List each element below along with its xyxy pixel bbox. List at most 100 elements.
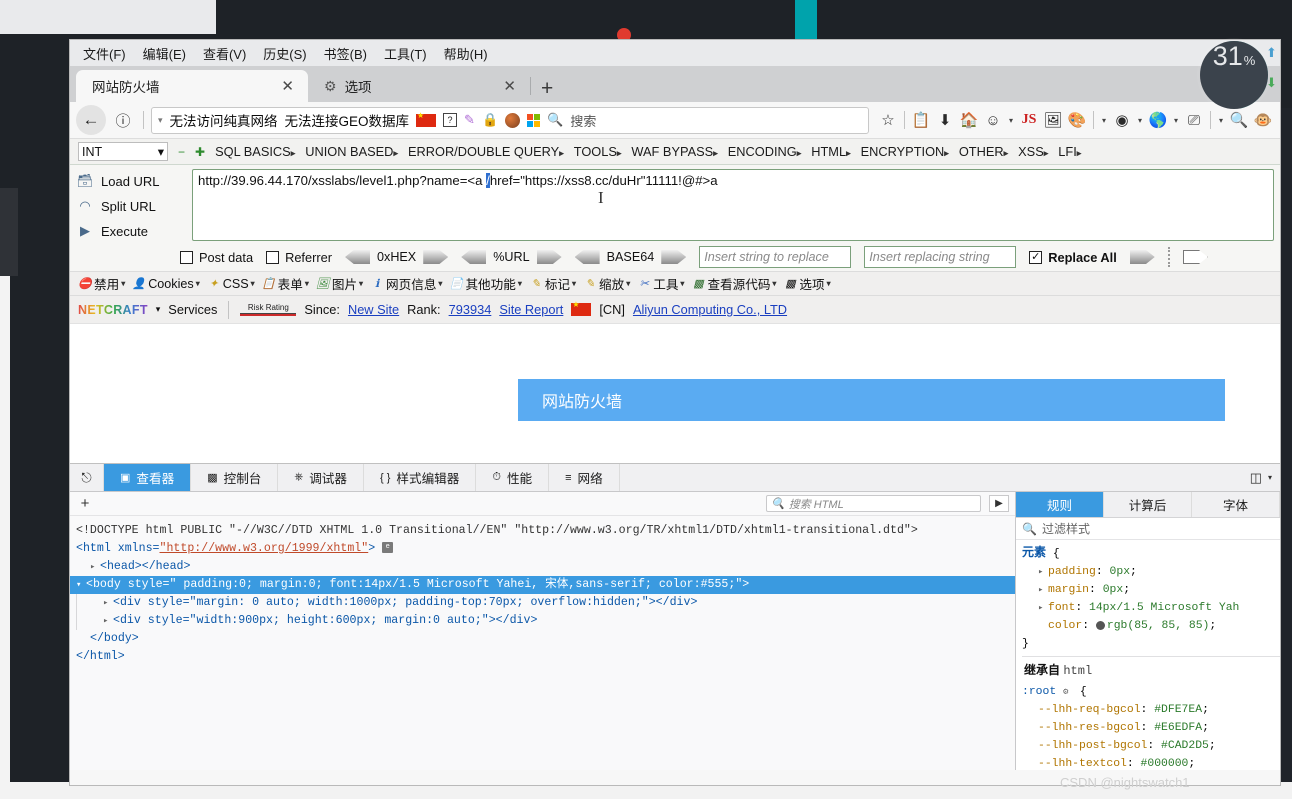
js-icon[interactable]: JS bbox=[1018, 112, 1040, 128]
account-icon[interactable]: ☺ bbox=[982, 112, 1004, 129]
rule-prop-padding[interactable]: ▸ padding: 0px; bbox=[1022, 563, 1280, 581]
tab-options[interactable]: ⚙ 选项 ✕ bbox=[308, 70, 530, 102]
tab-console[interactable]: ▩ 控制台 bbox=[191, 464, 279, 491]
markup-search-input[interactable]: 🔍 搜索 HTML bbox=[766, 495, 981, 512]
wd-view-source[interactable]: ▩ 查看源代码 ▾ bbox=[689, 274, 778, 293]
tab-performance[interactable]: ⏱ 性能 bbox=[476, 464, 550, 491]
address-bar[interactable]: ▾ 无法访问纯真网络 无法连接GEO数据库 ? ✎ 🔒 🔍 搜索 bbox=[151, 106, 869, 134]
execute-button[interactable]: ▶ Execute bbox=[76, 222, 186, 240]
hackbar-menu-encryption[interactable]: ENCRYPTION▸ bbox=[861, 144, 949, 159]
replace-all-checkbox[interactable]: ✓ Replace All bbox=[1029, 250, 1117, 265]
wd-options[interactable]: ▩ 选项 ▾ bbox=[781, 274, 832, 293]
rule-prop-font[interactable]: ▸ font: 14px/1.5 Microsoft Yah bbox=[1022, 599, 1280, 617]
replace-apply-arrow-icon[interactable] bbox=[1129, 250, 1155, 264]
hackbar-icon[interactable]: ◉ bbox=[1111, 111, 1133, 129]
close-icon[interactable]: ✕ bbox=[277, 79, 298, 94]
library-icon[interactable]: 📋 bbox=[910, 111, 932, 129]
tab-rules[interactable]: 规则 bbox=[1016, 492, 1104, 517]
add-node-button[interactable]: + bbox=[76, 495, 94, 512]
decode-arrow-icon[interactable] bbox=[345, 250, 371, 264]
zoom-icon[interactable]: 🔍 bbox=[1228, 111, 1250, 129]
decode-arrow-icon[interactable] bbox=[461, 250, 487, 264]
wd-cookies[interactable]: 👤 Cookies ▾ bbox=[130, 277, 202, 291]
menu-bookmarks[interactable]: 书签(B) bbox=[317, 41, 374, 66]
chevron-down-icon[interactable]: ▾ bbox=[1171, 116, 1181, 125]
chevron-down-icon[interactable]: ▾ bbox=[1006, 116, 1016, 125]
split-url-button[interactable]: ◠ Split URL bbox=[76, 197, 186, 215]
hackbar-menu-lfi[interactable]: LFI▸ bbox=[1058, 144, 1081, 159]
markup-line-body-selected[interactable]: ▾ <body style=" padding:0; margin:0; font… bbox=[70, 575, 1015, 594]
decode-arrow-icon[interactable] bbox=[574, 250, 600, 264]
menu-history[interactable]: 历史(S) bbox=[256, 41, 313, 66]
panel-layout-icon[interactable]: ◫ bbox=[1250, 470, 1262, 486]
wd-css[interactable]: ✦ CSS ▾ bbox=[205, 277, 257, 291]
tab-network[interactable]: ≡ 网络 bbox=[549, 464, 620, 491]
new-tab-button[interactable]: + bbox=[531, 78, 563, 102]
hackbar-menu-encoding[interactable]: ENCODING▸ bbox=[728, 144, 802, 159]
hackbar-menu-xss[interactable]: XSS▸ bbox=[1018, 144, 1048, 159]
rule-prop-color[interactable]: color: rgb(85, 85, 85); bbox=[1022, 617, 1280, 635]
chevron-down-icon[interactable]: ▾ bbox=[1268, 473, 1272, 482]
chevron-down-icon[interactable]: ▾ bbox=[1216, 116, 1226, 125]
markup-line-div1[interactable]: ▸ <div style="margin: 0 auto; width:1000p… bbox=[76, 593, 1015, 612]
page-info-icon[interactable]: ⓘ bbox=[110, 107, 136, 133]
wd-tools[interactable]: ✂ 工具 ▾ bbox=[635, 274, 686, 293]
hex-encode-group[interactable]: 0xHEX bbox=[345, 250, 449, 264]
rule-var-textcol[interactable]: --lhh-textcol: #000000; bbox=[1022, 755, 1280, 770]
back-icon[interactable]: ← bbox=[76, 105, 106, 135]
container-icon[interactable]: ⎚ bbox=[1183, 112, 1205, 129]
home-icon[interactable]: 🏠 bbox=[958, 111, 980, 129]
close-icon[interactable]: ✕ bbox=[499, 79, 520, 94]
menu-tools[interactable]: 工具(T) bbox=[377, 41, 434, 66]
url-encode-group[interactable]: %URL bbox=[461, 250, 562, 264]
referrer-checkbox[interactable]: Referrer bbox=[266, 250, 332, 265]
site-report-link[interactable]: Site Report bbox=[499, 302, 563, 317]
event-badge-icon[interactable]: e bbox=[382, 542, 394, 554]
tab-style-editor[interactable]: { } 样式编辑器 bbox=[364, 464, 477, 491]
tab-inspector[interactable]: ▣ 查看器 bbox=[104, 464, 192, 491]
encode-arrow-icon[interactable] bbox=[661, 250, 687, 264]
download-icon[interactable]: ⬇ bbox=[934, 111, 956, 129]
chevron-down-icon[interactable]: ▾ bbox=[1135, 116, 1145, 125]
hackbar-menu-other[interactable]: OTHER▸ bbox=[959, 144, 1008, 159]
netcraft-services[interactable]: Services bbox=[168, 302, 217, 317]
replace-extra-arrow-icon[interactable] bbox=[1182, 250, 1208, 264]
search-icon[interactable]: 🔍 bbox=[547, 112, 563, 128]
menu-edit[interactable]: 编辑(E) bbox=[136, 41, 193, 66]
arrow-up-icon[interactable]: ⬆ bbox=[1266, 45, 1277, 61]
arrow-down-icon[interactable]: ⬇ bbox=[1266, 75, 1277, 91]
chevron-down-icon[interactable]: ▾ bbox=[158, 115, 163, 126]
css-filter-input[interactable]: 🔍 过滤样式 bbox=[1016, 518, 1280, 540]
base64-group[interactable]: BASE64 bbox=[574, 250, 687, 264]
wd-forms[interactable]: 📋 表单 ▾ bbox=[260, 274, 311, 293]
hackbar-type-select[interactable]: INT ▾ bbox=[78, 142, 168, 161]
encode-arrow-icon[interactable] bbox=[536, 250, 562, 264]
wd-disable[interactable]: ⛔ 禁用 ▾ bbox=[76, 274, 127, 293]
wd-resize[interactable]: ✎ 缩放 ▾ bbox=[581, 274, 632, 293]
plus-icon[interactable]: ✚ bbox=[195, 145, 205, 159]
tab-fonts[interactable]: 字体 bbox=[1192, 492, 1280, 517]
hackbar-menu-error-double-query[interactable]: ERROR/DOUBLE QUERY▸ bbox=[408, 144, 564, 159]
rule-var-req-bgcol[interactable]: --lhh-req-bgcol: #DFE7EA; bbox=[1022, 701, 1280, 719]
wd-outline[interactable]: ✎ 标记 ▾ bbox=[527, 274, 578, 293]
tab-debugger[interactable]: ⎈ 调试器 bbox=[278, 464, 364, 491]
rule-var-res-bgcol[interactable]: --lhh-res-bgcol: #E6EDFA; bbox=[1022, 719, 1280, 737]
firefox-icon[interactable]: 🌎 bbox=[1147, 111, 1169, 129]
rule-prop-margin[interactable]: ▸ margin: 0px; bbox=[1022, 581, 1280, 599]
palette-icon[interactable]: 🎨 bbox=[1066, 111, 1088, 129]
hackbar-url-input[interactable]: http://39.96.44.170/xsslabs/level1.php?n… bbox=[192, 169, 1274, 241]
element-picker-icon[interactable]: ⎋ bbox=[70, 464, 104, 491]
markup-line-html-open[interactable]: <html xmlns="http://www.w3.org/1999/xhtm… bbox=[76, 540, 1015, 558]
screenshot-icon[interactable]: 🖼 bbox=[1042, 111, 1064, 129]
wd-misc[interactable]: 📄 其他功能 ▾ bbox=[447, 274, 523, 293]
tab-computed[interactable]: 计算后 bbox=[1104, 492, 1192, 517]
hackbar-menu-tools[interactable]: TOOLS▸ bbox=[574, 144, 622, 159]
minus-icon[interactable]: − bbox=[178, 145, 185, 159]
host-link[interactable]: Aliyun Computing Co., LTD bbox=[633, 302, 787, 317]
hackbar-menu-union-based[interactable]: UNION BASED▸ bbox=[305, 144, 398, 159]
tab-website-firewall[interactable]: 网站防火墙 ✕ bbox=[76, 70, 308, 102]
hackbar-menu-html[interactable]: HTML▸ bbox=[811, 144, 850, 159]
menu-file[interactable]: 文件(F) bbox=[76, 41, 133, 66]
post-data-checkbox[interactable]: Post data bbox=[180, 250, 253, 265]
scroll-arrows[interactable]: ⬆ ⬇ bbox=[1266, 45, 1277, 91]
